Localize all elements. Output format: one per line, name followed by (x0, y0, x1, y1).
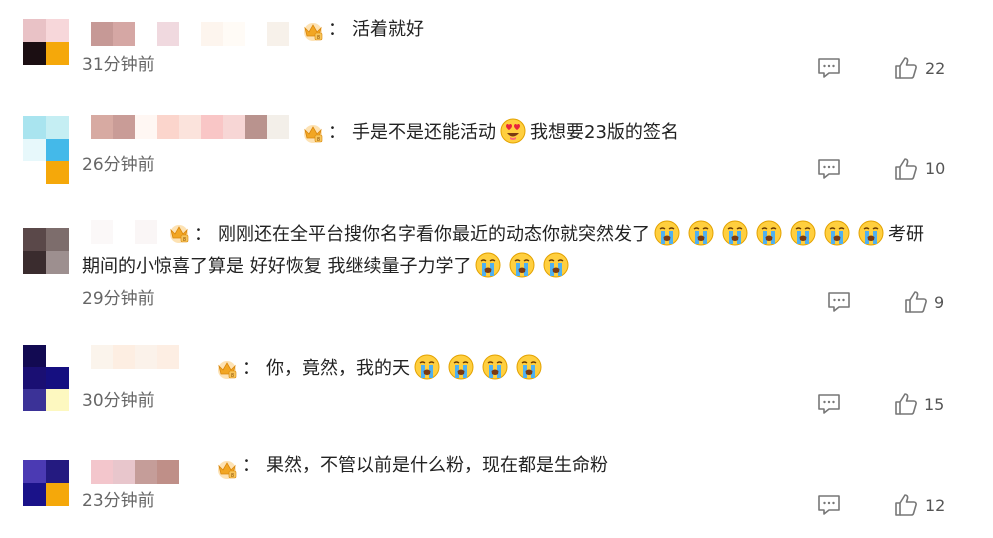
username-blurred[interactable] (91, 220, 157, 244)
crying-emoji (688, 220, 714, 246)
avatar[interactable] (23, 228, 69, 274)
crying-emoji (790, 220, 816, 246)
comment-text: ：果然，不管以前是什么粉，现在都是生命粉 (242, 455, 608, 476)
comment-time: 29分钟前 (82, 289, 155, 309)
comment-time: 30分钟前 (82, 391, 155, 411)
crying-emoji (516, 354, 542, 380)
crying-emoji (722, 220, 748, 246)
username-blurred[interactable] (91, 22, 289, 46)
comment-item: ：活着就好 31分钟前 22 (0, 0, 993, 100)
crying-emoji (475, 252, 501, 278)
avatar[interactable] (23, 116, 69, 184)
username-blurred[interactable] (91, 115, 289, 139)
comment-item: ：手是不是还能活动 我想要23版的签名 26分钟前 10 (0, 100, 993, 200)
comment-time: 26分钟前 (82, 155, 155, 175)
comment-bubble-icon[interactable] (817, 158, 841, 180)
thumbs-up-icon[interactable] (894, 493, 918, 517)
crying-emoji (756, 220, 782, 246)
comment-item: ：刚刚还在全平台搜你名字看你最近的动态你就突然发了 考研 期间的小惊喜了算是 好好… (0, 200, 993, 335)
username-blurred[interactable] (91, 460, 179, 484)
like-count: 15 (924, 395, 945, 414)
crown-badge-icon (302, 20, 324, 42)
heart-eyes-emoji (500, 118, 526, 144)
comment-text: ：你，竟然，我的天 (240, 354, 546, 381)
crown-badge-icon (168, 222, 190, 244)
crying-emoji (509, 252, 535, 278)
crown-badge-icon (216, 358, 238, 380)
thumbs-up-icon[interactable] (894, 157, 918, 181)
comment-text-line2: 期间的小惊喜了算是 好好恢复 我继续量子力学了 (82, 252, 573, 279)
crown-badge-icon (302, 122, 324, 144)
comment-time: 31分钟前 (82, 55, 155, 75)
crying-emoji (414, 354, 440, 380)
crying-emoji (824, 220, 850, 246)
avatar[interactable] (23, 345, 69, 411)
comment-bubble-icon[interactable] (817, 494, 841, 516)
comment-text: ：活着就好 (328, 19, 424, 40)
thumbs-up-icon[interactable] (894, 56, 918, 80)
comment-bubble-icon[interactable] (817, 393, 841, 415)
comment-item: ：你，竟然，我的天 30分钟前 15 (0, 335, 993, 435)
crying-emoji (858, 220, 884, 246)
crown-badge-icon (216, 458, 238, 480)
comment-bubble-icon[interactable] (817, 57, 841, 79)
comment-text: ：手是不是还能活动 我想要23版的签名 (326, 118, 679, 145)
like-count: 10 (925, 159, 946, 178)
username-blurred[interactable] (91, 345, 179, 369)
like-count: 9 (934, 293, 945, 312)
thumbs-up-icon[interactable] (894, 392, 918, 416)
comment-text-line1: ：刚刚还在全平台搜你名字看你最近的动态你就突然发了 考研 (192, 220, 924, 247)
like-count: 22 (925, 59, 946, 78)
crying-emoji (482, 354, 508, 380)
crying-emoji (654, 220, 680, 246)
comment-bubble-icon[interactable] (827, 291, 851, 313)
crying-emoji (543, 252, 569, 278)
like-count: 12 (925, 496, 946, 515)
comment-time: 23分钟前 (82, 491, 155, 511)
crying-emoji (448, 354, 474, 380)
comment-item: ：果然，不管以前是什么粉，现在都是生命粉 23分钟前 12 (0, 435, 993, 538)
avatar[interactable] (23, 460, 69, 506)
thumbs-up-icon[interactable] (904, 290, 928, 314)
avatar[interactable] (23, 19, 69, 65)
